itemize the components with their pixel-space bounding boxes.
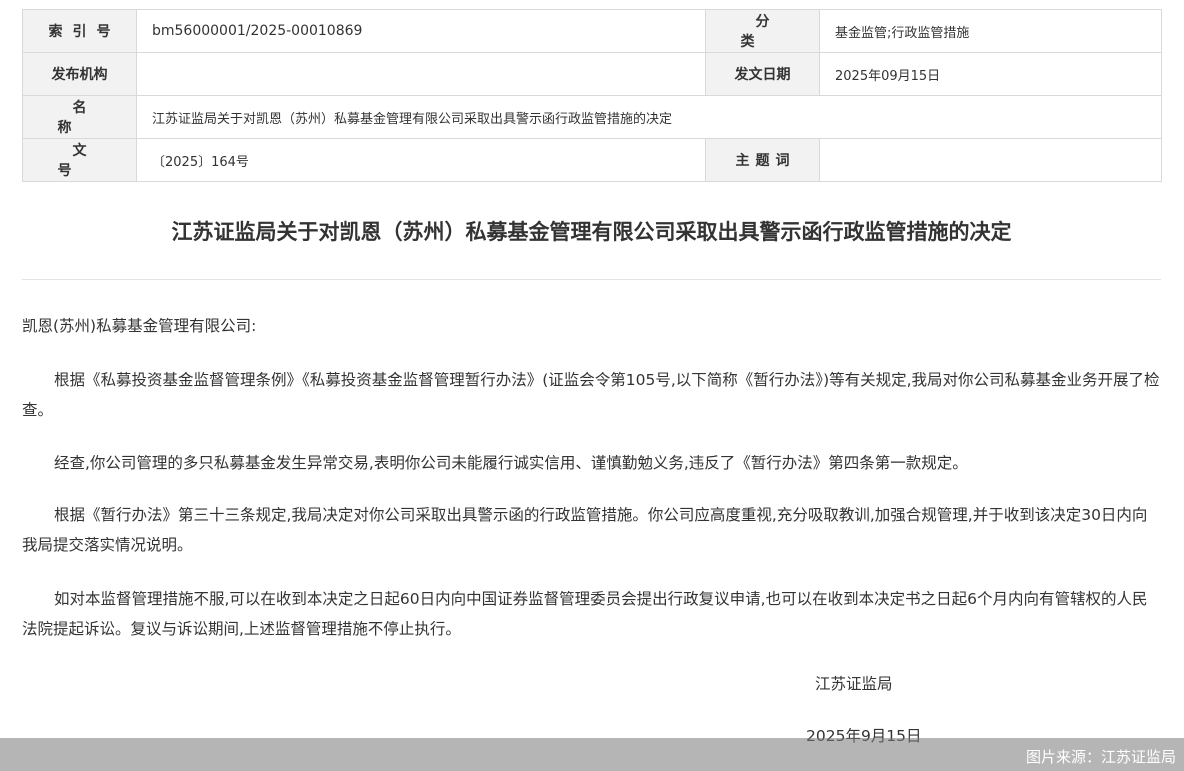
image-source: 图片来源：江苏证监局: [1025, 748, 1176, 766]
keywords-value: [819, 138, 1162, 182]
meta-row-docno: 文号 〔2025〕164号 主题词: [22, 138, 1162, 182]
name-value: 江苏证监局关于对凯恩（苏州）私募基金管理有限公司采取出具警示函行政监管措施的决定: [136, 95, 1162, 139]
meta-row-index: 索引号 bm56000001/2025-00010869 分类 基金监管;行政监…: [22, 9, 1162, 53]
document-title: 江苏证监局关于对凯恩（苏州）私募基金管理有限公司采取出具警示函行政监管措施的决定: [171, 220, 1012, 244]
signature: 江苏证监局: [815, 675, 893, 693]
category-label: 分类: [705, 9, 820, 53]
index-label: 索引号: [22, 9, 137, 53]
metadata-table: 索引号 bm56000001/2025-00010869 分类 基金监管;行政监…: [22, 9, 1162, 182]
paragraph-1: 根据《私募投资基金监督管理条例》《私募投资基金监督管理暂行办法》(证监会令第10…: [22, 371, 1160, 419]
index-value: bm56000001/2025-00010869: [136, 9, 706, 53]
meta-row-name: 名称 江苏证监局关于对凯恩（苏州）私募基金管理有限公司采取出具警示函行政监管措施…: [22, 95, 1162, 139]
category-value: 基金监管;行政监管措施: [819, 9, 1162, 53]
date-label: 发文日期: [705, 52, 820, 96]
paragraph-2: 经查,你公司管理的多只私募基金发生异常交易,表明你公司未能履行诚实信用、谨慎勤勉…: [54, 454, 968, 472]
name-label: 名称: [22, 95, 137, 139]
issuer-value: [136, 52, 706, 96]
docno-value: 〔2025〕164号: [136, 138, 706, 182]
title-divider: [22, 279, 1161, 280]
source-bar: [0, 738, 1184, 771]
date-value: 2025年09月15日: [819, 52, 1162, 96]
addressee: 凯恩(苏州)私募基金管理有限公司:: [22, 317, 257, 335]
issuer-label: 发布机构: [22, 52, 137, 96]
keywords-label: 主题词: [705, 138, 820, 182]
docno-label: 文号: [22, 138, 137, 182]
paragraph-4: 如对本监督管理措施不服,可以在收到本决定之日起60日内向中国证券监督管理委员会提…: [22, 590, 1148, 638]
meta-row-issuer: 发布机构 发文日期 2025年09月15日: [22, 52, 1162, 96]
paragraph-3: 根据《暂行办法》第三十三条规定,我局决定对你公司采取出具警示函的行政监管措施。你…: [22, 506, 1148, 554]
